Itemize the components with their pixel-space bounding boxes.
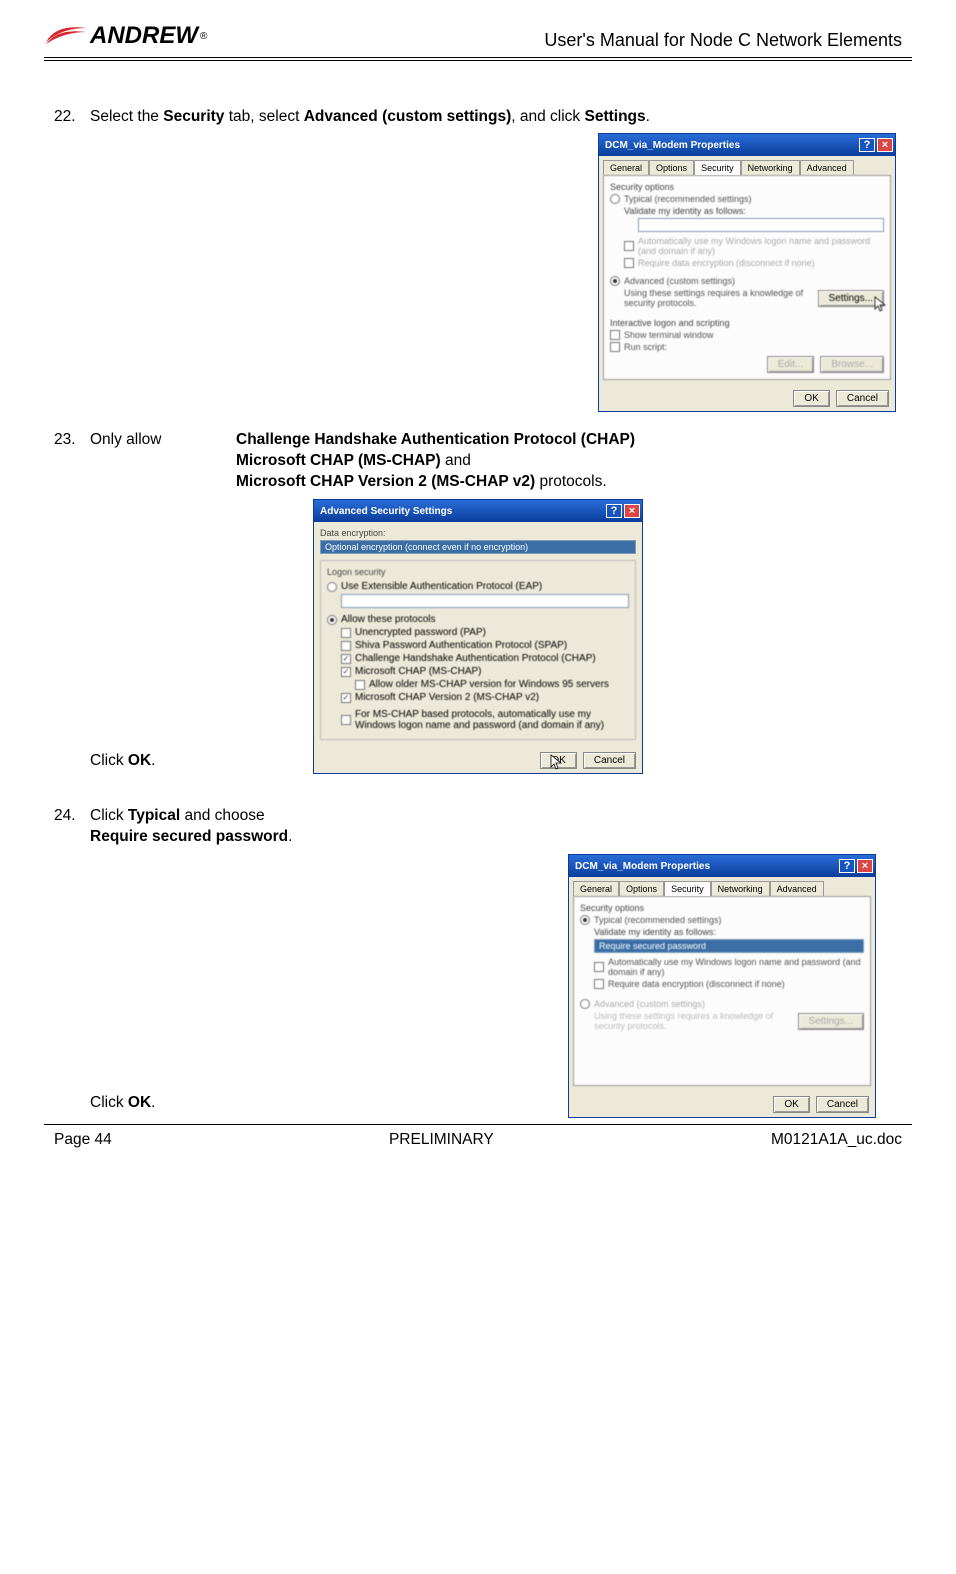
dialog-titlebar: DCM_via_Modem Properties ? × — [599, 134, 895, 156]
close-icon[interactable]: × — [624, 504, 640, 518]
validate-dropdown[interactable]: Require secured password — [594, 939, 864, 953]
close-icon[interactable]: × — [857, 859, 873, 873]
help-icon[interactable]: ? — [839, 859, 855, 873]
cancel-button[interactable]: Cancel — [583, 752, 636, 769]
checkbox-icon[interactable] — [610, 342, 620, 352]
help-icon[interactable]: ? — [859, 138, 875, 152]
browse-button[interactable]: Browse... — [820, 356, 884, 373]
page-header-title: User's Manual for Node C Network Element… — [544, 22, 912, 51]
dialog-title: DCM_via_Modem Properties — [605, 140, 740, 151]
validate-label: Validate my identity as follows: — [594, 927, 864, 937]
dialog-tabs: General Options Security Networking Adva… — [599, 156, 895, 175]
dialog-title: Advanced Security Settings — [320, 506, 452, 517]
settings-button[interactable]: Settings... — [798, 1013, 864, 1030]
eap-dropdown[interactable] — [341, 594, 629, 608]
data-encryption-label: Data encryption: — [320, 528, 636, 538]
checkbox-icon[interactable] — [341, 715, 351, 725]
checkbox-icon[interactable] — [624, 258, 634, 268]
advanced-radio-row[interactable]: Advanced (custom settings) — [610, 276, 884, 286]
checkbox-icon[interactable] — [341, 628, 351, 638]
radio-icon[interactable] — [327, 582, 337, 592]
footer-doc: M0121A1A_uc.doc — [771, 1131, 902, 1149]
tab-options[interactable]: Options — [619, 881, 664, 896]
dialog-titlebar: DCM_via_Modem Properties ? × — [569, 855, 875, 877]
step-number: 24. — [54, 806, 90, 848]
tab-security[interactable]: Security — [694, 160, 741, 175]
properties-dialog-screenshot: DCM_via_Modem Properties ? × General Opt… — [598, 133, 896, 412]
dialog-titlebar: Advanced Security Settings ? × — [314, 500, 642, 522]
validate-dropdown[interactable] — [638, 218, 884, 232]
checkbox-icon[interactable] — [355, 680, 365, 690]
properties-dialog-typical-screenshot: DCM_via_Modem Properties ? × General Opt… — [568, 854, 876, 1118]
cancel-button[interactable]: Cancel — [816, 1096, 869, 1113]
advanced-note: Using these settings requires a knowledg… — [624, 288, 812, 308]
checkbox-icon[interactable] — [341, 641, 351, 651]
typical-radio-row[interactable]: Typical (recommended settings) — [610, 194, 884, 204]
radio-icon[interactable] — [580, 999, 590, 1009]
encryption-dropdown[interactable]: Optional encryption (connect even if no … — [320, 540, 636, 554]
checkbox-icon[interactable] — [624, 241, 634, 251]
tab-networking[interactable]: Networking — [741, 160, 800, 175]
tab-general[interactable]: General — [603, 160, 649, 175]
page-footer: Page 44 PRELIMINARY M0121A1A_uc.doc — [44, 1125, 912, 1149]
radio-icon[interactable] — [580, 915, 590, 925]
edit-button[interactable]: Edit... — [767, 356, 815, 373]
tab-advanced[interactable]: Advanced — [770, 881, 824, 896]
advanced-radio-row[interactable]: Advanced (custom settings) — [580, 999, 864, 1009]
only-allow-label: Only allow — [90, 430, 236, 493]
checkbox-icon[interactable] — [594, 962, 604, 972]
help-icon[interactable]: ? — [606, 504, 622, 518]
checkbox-icon[interactable]: ✓ — [341, 693, 351, 703]
checkbox-icon[interactable]: ✓ — [341, 654, 351, 664]
tab-advanced[interactable]: Advanced — [800, 160, 854, 175]
dialog-title: DCM_via_Modem Properties — [575, 861, 710, 872]
step-number: 22. — [54, 107, 90, 128]
checkbox-icon[interactable] — [610, 330, 620, 340]
interactive-logon-label: Interactive logon and scripting — [610, 318, 884, 328]
logo-text: ANDREW — [90, 22, 198, 50]
radio-icon[interactable] — [327, 615, 337, 625]
divider — [44, 60, 912, 61]
swoosh-icon — [44, 22, 88, 50]
advanced-security-dialog-screenshot: Advanced Security Settings ? × Data encr… — [313, 499, 643, 774]
typical-radio-row[interactable]: Typical (recommended settings) — [580, 915, 864, 925]
close-icon[interactable]: × — [877, 138, 893, 152]
tab-security[interactable]: Security — [664, 881, 711, 896]
radio-icon[interactable] — [610, 194, 620, 204]
checkbox-icon[interactable] — [594, 979, 604, 989]
checkbox-icon[interactable]: ✓ — [341, 667, 351, 677]
divider — [44, 57, 912, 58]
ok-button[interactable]: OK — [793, 390, 829, 407]
step-22: 22. Select the Security tab, select Adva… — [54, 107, 902, 128]
brand-logo: ANDREW® — [44, 22, 207, 50]
step-24: 24. Click Typical and choose Require sec… — [54, 806, 902, 848]
allow-protocols-radio-row[interactable]: Allow these protocols — [327, 614, 629, 625]
step-number: 23. — [54, 430, 90, 493]
step-23: 23. Only allow Challenge Handshake Authe… — [54, 430, 902, 493]
trademark-icon: ® — [200, 31, 207, 42]
click-ok-text: Click OK. — [90, 1094, 155, 1111]
cursor-icon — [874, 296, 888, 316]
validate-label: Validate my identity as follows: — [624, 206, 884, 216]
cursor-icon — [550, 754, 564, 775]
footer-page: Page 44 — [54, 1131, 112, 1149]
logon-security-label: Logon security — [327, 567, 629, 577]
eap-radio-row[interactable]: Use Extensible Authentication Protocol (… — [327, 581, 629, 592]
security-options-label: Security options — [580, 903, 864, 913]
tab-networking[interactable]: Networking — [711, 881, 770, 896]
footer-center: PRELIMINARY — [389, 1131, 494, 1149]
tab-options[interactable]: Options — [649, 160, 694, 175]
security-options-label: Security options — [610, 182, 884, 192]
click-ok-text: Click OK. — [90, 752, 155, 769]
radio-icon[interactable] — [610, 276, 620, 286]
ok-button[interactable]: OK — [773, 1096, 809, 1113]
cancel-button[interactable]: Cancel — [836, 390, 889, 407]
tab-general[interactable]: General — [573, 881, 619, 896]
step-body: Select the Security tab, select Advanced… — [90, 107, 902, 128]
